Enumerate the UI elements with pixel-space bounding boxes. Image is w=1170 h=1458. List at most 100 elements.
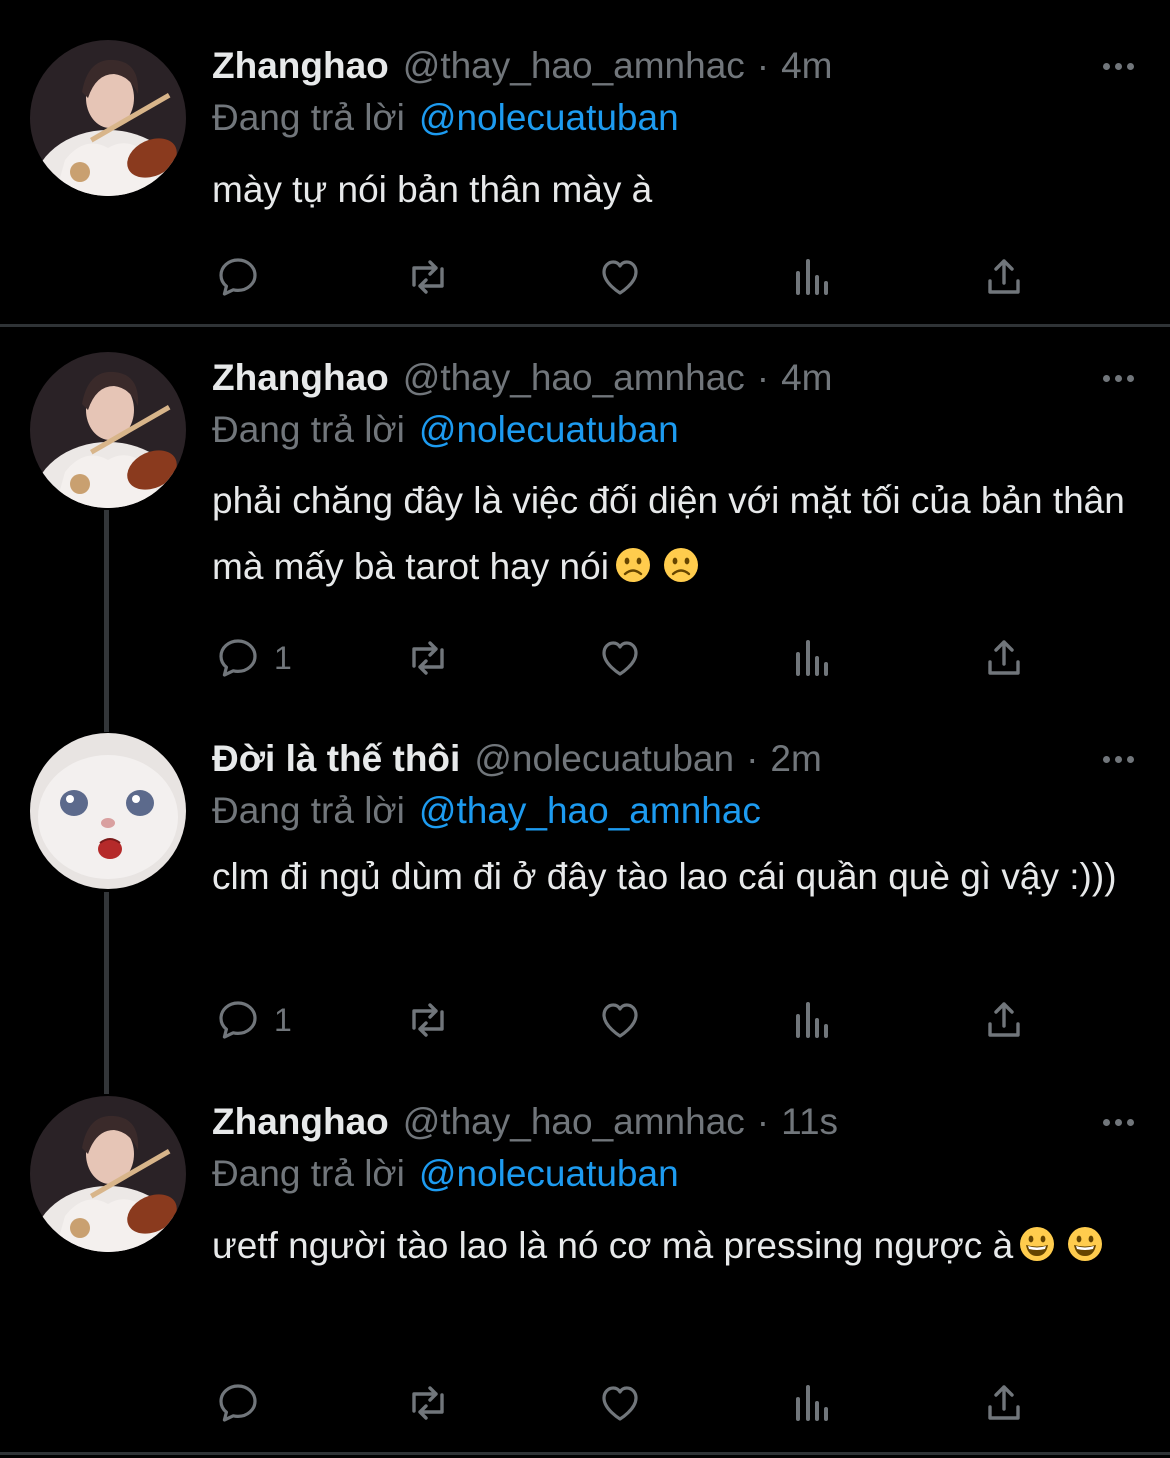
views-button[interactable]: [788, 252, 836, 302]
like-button[interactable]: [596, 252, 644, 302]
reply-count: 1: [274, 639, 292, 676]
retweet-icon: [412, 641, 444, 675]
grinning-face-icon: [1020, 1227, 1055, 1261]
avatar[interactable]: [30, 733, 186, 889]
share-icon: [988, 640, 1020, 675]
retweet-icon: [412, 1386, 444, 1420]
slightly-frowning-face-icon: [663, 548, 698, 582]
timestamp[interactable]: 2m: [770, 733, 821, 785]
views-button[interactable]: [788, 1378, 836, 1428]
share-button[interactable]: [980, 252, 1028, 302]
timestamp[interactable]: 11s: [781, 1096, 838, 1148]
mention-link[interactable]: @nolecuatuban: [419, 409, 679, 450]
replying-label: Đang trả lời: [212, 97, 405, 138]
share-icon: [988, 1385, 1020, 1420]
mention-link[interactable]: @nolecuatuban: [419, 1153, 679, 1194]
action-bar: 1: [0, 995, 1170, 1045]
author-name[interactable]: Đời là thế thôi: [212, 733, 460, 785]
like-icon: [602, 1003, 638, 1038]
author-name[interactable]: Zhanghao: [212, 40, 389, 92]
avatar[interactable]: [30, 352, 186, 508]
share-icon: [988, 1002, 1020, 1037]
views-button[interactable]: [788, 633, 836, 683]
reply-icon: [219, 1384, 257, 1422]
replying-label: Đang trả lời: [212, 409, 405, 450]
tweet[interactable]: Zhanghao @thay_hao_amnhac · 4m Đang trả …: [0, 352, 1170, 697]
share-button[interactable]: [980, 1378, 1028, 1428]
retweet-icon: [412, 1003, 444, 1037]
reply-button[interactable]: [214, 252, 262, 302]
like-icon: [602, 260, 638, 295]
cat-avatar: [30, 733, 186, 889]
views-icon: [796, 259, 828, 295]
action-bar: 1: [0, 633, 1170, 683]
retweet-button[interactable]: [404, 1378, 452, 1428]
retweet-icon: [412, 260, 444, 294]
retweet-button[interactable]: [404, 633, 452, 683]
share-button[interactable]: [980, 633, 1028, 683]
replying-to: Đang trả lời @nolecuatuban: [212, 1148, 679, 1200]
timestamp[interactable]: 4m: [781, 40, 832, 92]
like-icon: [602, 641, 638, 676]
tweet[interactable]: Đời là thế thôi @nolecuatuban · 2m Đang …: [0, 733, 1170, 1063]
timestamp[interactable]: 4m: [781, 352, 832, 404]
avatar[interactable]: [30, 40, 186, 196]
separator-dot: ·: [746, 738, 759, 779]
replying-label: Đang trả lời: [212, 1153, 405, 1194]
replying-to: Đang trả lời @thay_hao_amnhac: [212, 785, 761, 837]
share-button[interactable]: [980, 995, 1028, 1045]
more-icon[interactable]: [1096, 1102, 1140, 1142]
like-button[interactable]: [596, 1378, 644, 1428]
grinning-face-icon: [1068, 1227, 1103, 1261]
views-button[interactable]: [788, 995, 836, 1045]
reply-count: 1: [274, 1001, 292, 1038]
action-bar: [0, 1378, 1170, 1428]
author-name[interactable]: Zhanghao: [212, 1096, 389, 1148]
reply-icon: [219, 639, 257, 677]
like-icon: [602, 1386, 638, 1421]
avatar[interactable]: [30, 1096, 186, 1252]
violinist-avatar: [30, 1096, 186, 1252]
divider: [0, 324, 1170, 327]
retweet-button[interactable]: [404, 995, 452, 1045]
more-icon[interactable]: [1096, 46, 1140, 86]
separator-dot: ·: [756, 357, 770, 398]
more-icon[interactable]: [1096, 739, 1140, 779]
tweet-text: ưetf người tào lao là nó cơ mà pressing …: [212, 1213, 1142, 1279]
views-icon: [796, 1385, 828, 1421]
tweet-text: clm đi ngủ dùm đi ở đây tào lao cái quần…: [212, 856, 1117, 897]
reply-icon: [219, 1001, 257, 1039]
tweet[interactable]: Zhanghao @thay_hao_amnhac · 11s Đang trả…: [0, 1096, 1170, 1446]
separator-dot: ·: [756, 45, 770, 86]
views-icon: [796, 640, 828, 676]
tweet-text: phải chăng đây là việc đối diện với mặt …: [212, 468, 1142, 600]
like-button[interactable]: [596, 995, 644, 1045]
separator-dot: ·: [756, 1101, 770, 1142]
share-icon: [988, 259, 1020, 294]
reply-button[interactable]: 1: [214, 995, 292, 1045]
author-handle[interactable]: @thay_hao_amnhac: [403, 1096, 745, 1148]
author-handle[interactable]: @thay_hao_amnhac: [403, 40, 745, 92]
mention-link[interactable]: @thay_hao_amnhac: [419, 790, 761, 831]
author-handle[interactable]: @thay_hao_amnhac: [403, 352, 745, 404]
retweet-button[interactable]: [404, 252, 452, 302]
tweet[interactable]: Zhanghao @thay_hao_amnhac · 4m Đang trả …: [0, 40, 1170, 325]
author-handle[interactable]: @nolecuatuban: [474, 733, 734, 785]
tweet-text-body: ưetf người tào lao là nó cơ mà pressing …: [212, 1225, 1014, 1266]
divider: [0, 1452, 1170, 1455]
replying-to: Đang trả lời @nolecuatuban: [212, 92, 679, 144]
replying-to: Đang trả lời @nolecuatuban: [212, 404, 679, 456]
slightly-frowning-face-icon: [615, 548, 650, 582]
violinist-avatar: [30, 352, 186, 508]
reply-button[interactable]: [214, 1378, 262, 1428]
more-icon[interactable]: [1096, 358, 1140, 398]
like-button[interactable]: [596, 633, 644, 683]
action-bar: [0, 252, 1170, 302]
author-name[interactable]: Zhanghao: [212, 352, 389, 404]
reply-icon: [219, 258, 257, 296]
reply-button[interactable]: 1: [214, 633, 292, 683]
replying-label: Đang trả lời: [212, 790, 405, 831]
views-icon: [796, 1002, 828, 1038]
mention-link[interactable]: @nolecuatuban: [419, 97, 679, 138]
tweet-text: mày tự nói bản thân mày à: [212, 169, 653, 210]
